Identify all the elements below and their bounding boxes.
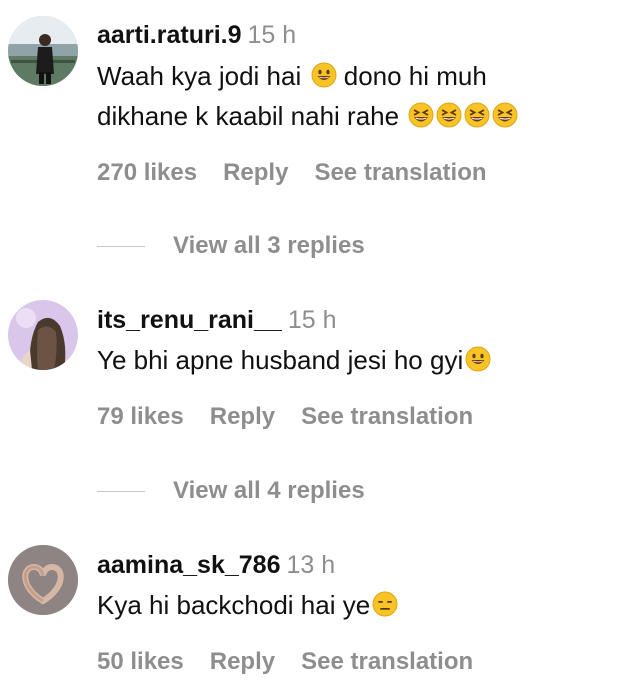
view-replies-row[interactable]: View all 3 replies [97, 231, 365, 261]
timestamp: 15 h [287, 306, 337, 334]
avatar[interactable] [8, 545, 78, 615]
view-replies-row[interactable]: View all 4 replies [97, 476, 365, 506]
expressionless-face-emoji-icon [372, 591, 398, 617]
grinning-face-emoji-icon [465, 346, 491, 372]
likes-count[interactable]: 270 likes [97, 159, 197, 186]
see-translation-button[interactable]: See translation [301, 403, 473, 430]
see-translation-button[interactable]: See translation [314, 159, 486, 186]
grinning-squinting-face-emoji-icon [436, 102, 462, 128]
likes-count[interactable]: 79 likes [97, 403, 184, 430]
view-replies-button[interactable]: View all 4 replies [173, 477, 365, 504]
see-translation-button[interactable]: See translation [301, 648, 473, 675]
timestamp: 15 h [247, 21, 297, 49]
reply-button[interactable]: Reply [210, 648, 275, 675]
comment-text: Ye bhi apne husband jesi ho gyi [97, 340, 617, 380]
timestamp: 13 h [286, 551, 336, 579]
comment-text: Kya hi backchodi hai ye [97, 585, 617, 625]
grinning-squinting-face-emoji-icon [492, 102, 518, 128]
comment-actions: 50 likes Reply See translation [97, 647, 499, 677]
reply-button[interactable]: Reply [223, 159, 288, 186]
comment-actions: 79 likes Reply See translation [97, 402, 499, 432]
grinning-squinting-face-emoji-icon [408, 102, 434, 128]
comment-text: Waah kya jodi hai dono hi muh dikhane k … [97, 56, 617, 136]
grinning-face-emoji-icon [311, 62, 337, 88]
view-replies-button[interactable]: View all 3 replies [173, 232, 365, 259]
grinning-squinting-face-emoji-icon [464, 102, 490, 128]
username[interactable]: aarti.raturi.9 [97, 21, 242, 49]
replies-divider [97, 246, 145, 248]
avatar-image [8, 16, 78, 86]
likes-count[interactable]: 50 likes [97, 648, 184, 675]
avatar[interactable] [8, 300, 78, 370]
username[interactable]: aamina_sk_786 [97, 551, 280, 579]
replies-divider [97, 491, 145, 493]
avatar-image [8, 300, 78, 370]
username[interactable]: its_renu_rani__ [97, 306, 282, 334]
reply-button[interactable]: Reply [210, 403, 275, 430]
comment-actions: 270 likes Reply See translation [97, 158, 513, 188]
avatar-image [8, 545, 78, 615]
avatar[interactable] [8, 16, 78, 86]
